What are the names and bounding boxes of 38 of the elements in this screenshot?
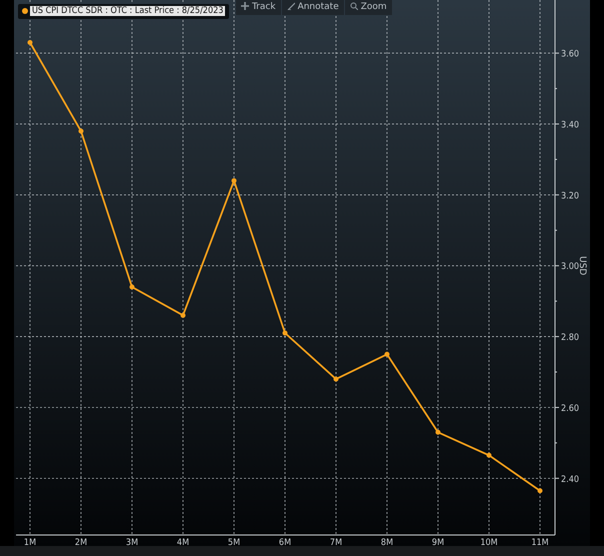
x-tick-label: 6M: [278, 538, 292, 548]
data-point: [232, 178, 236, 184]
y-tick-label: 2.60: [561, 404, 580, 414]
data-point: [78, 128, 84, 134]
x-tick-label: 1M: [24, 538, 36, 548]
crosshair-icon: [241, 2, 249, 10]
y-tick-label: 3.20: [561, 191, 580, 202]
data-point: [180, 312, 186, 318]
data-point: [384, 352, 390, 357]
x-tick-label: 9M: [432, 538, 444, 548]
toolbar-button[interactable]: Annotate: [282, 0, 344, 15]
x-tick-label: 5M: [228, 538, 240, 548]
data-point: [130, 284, 134, 290]
x-tick-label: 8M: [380, 538, 394, 548]
x-tick-label: 11M: [531, 538, 549, 548]
x-tick-label: 3M: [126, 538, 138, 548]
data-point: [538, 488, 542, 494]
pencil-icon: [286, 2, 295, 10]
y-tick-label: 3.60: [561, 50, 580, 60]
data-point: [486, 452, 492, 458]
magnifier-icon: [350, 2, 358, 10]
y-tick-label: 3.40: [561, 120, 580, 130]
data-point: [28, 40, 32, 46]
x-tick-label: 10M: [480, 538, 498, 548]
legend-marker-icon: [22, 8, 28, 14]
data-point: [282, 330, 288, 336]
x-tick-label: 2M: [74, 538, 88, 548]
legend-label: US CPI DTCC SDR : OTC : Last Price : 8/25/2023: [30, 6, 226, 16]
data-point: [436, 430, 440, 435]
y-axis-title: USD: [577, 256, 587, 276]
y-tick-label: 2.80: [561, 333, 580, 344]
x-tick-label: 4M: [176, 538, 190, 548]
y-tick-label: 3.00: [561, 262, 580, 272]
data-point: [334, 376, 338, 382]
y-tick-label: 2.40: [561, 474, 580, 485]
x-tick-label: 7M: [330, 538, 342, 548]
toolbar-button[interactable]: Zoom: [344, 0, 392, 15]
toolbar-button[interactable]: Track: [236, 0, 281, 15]
